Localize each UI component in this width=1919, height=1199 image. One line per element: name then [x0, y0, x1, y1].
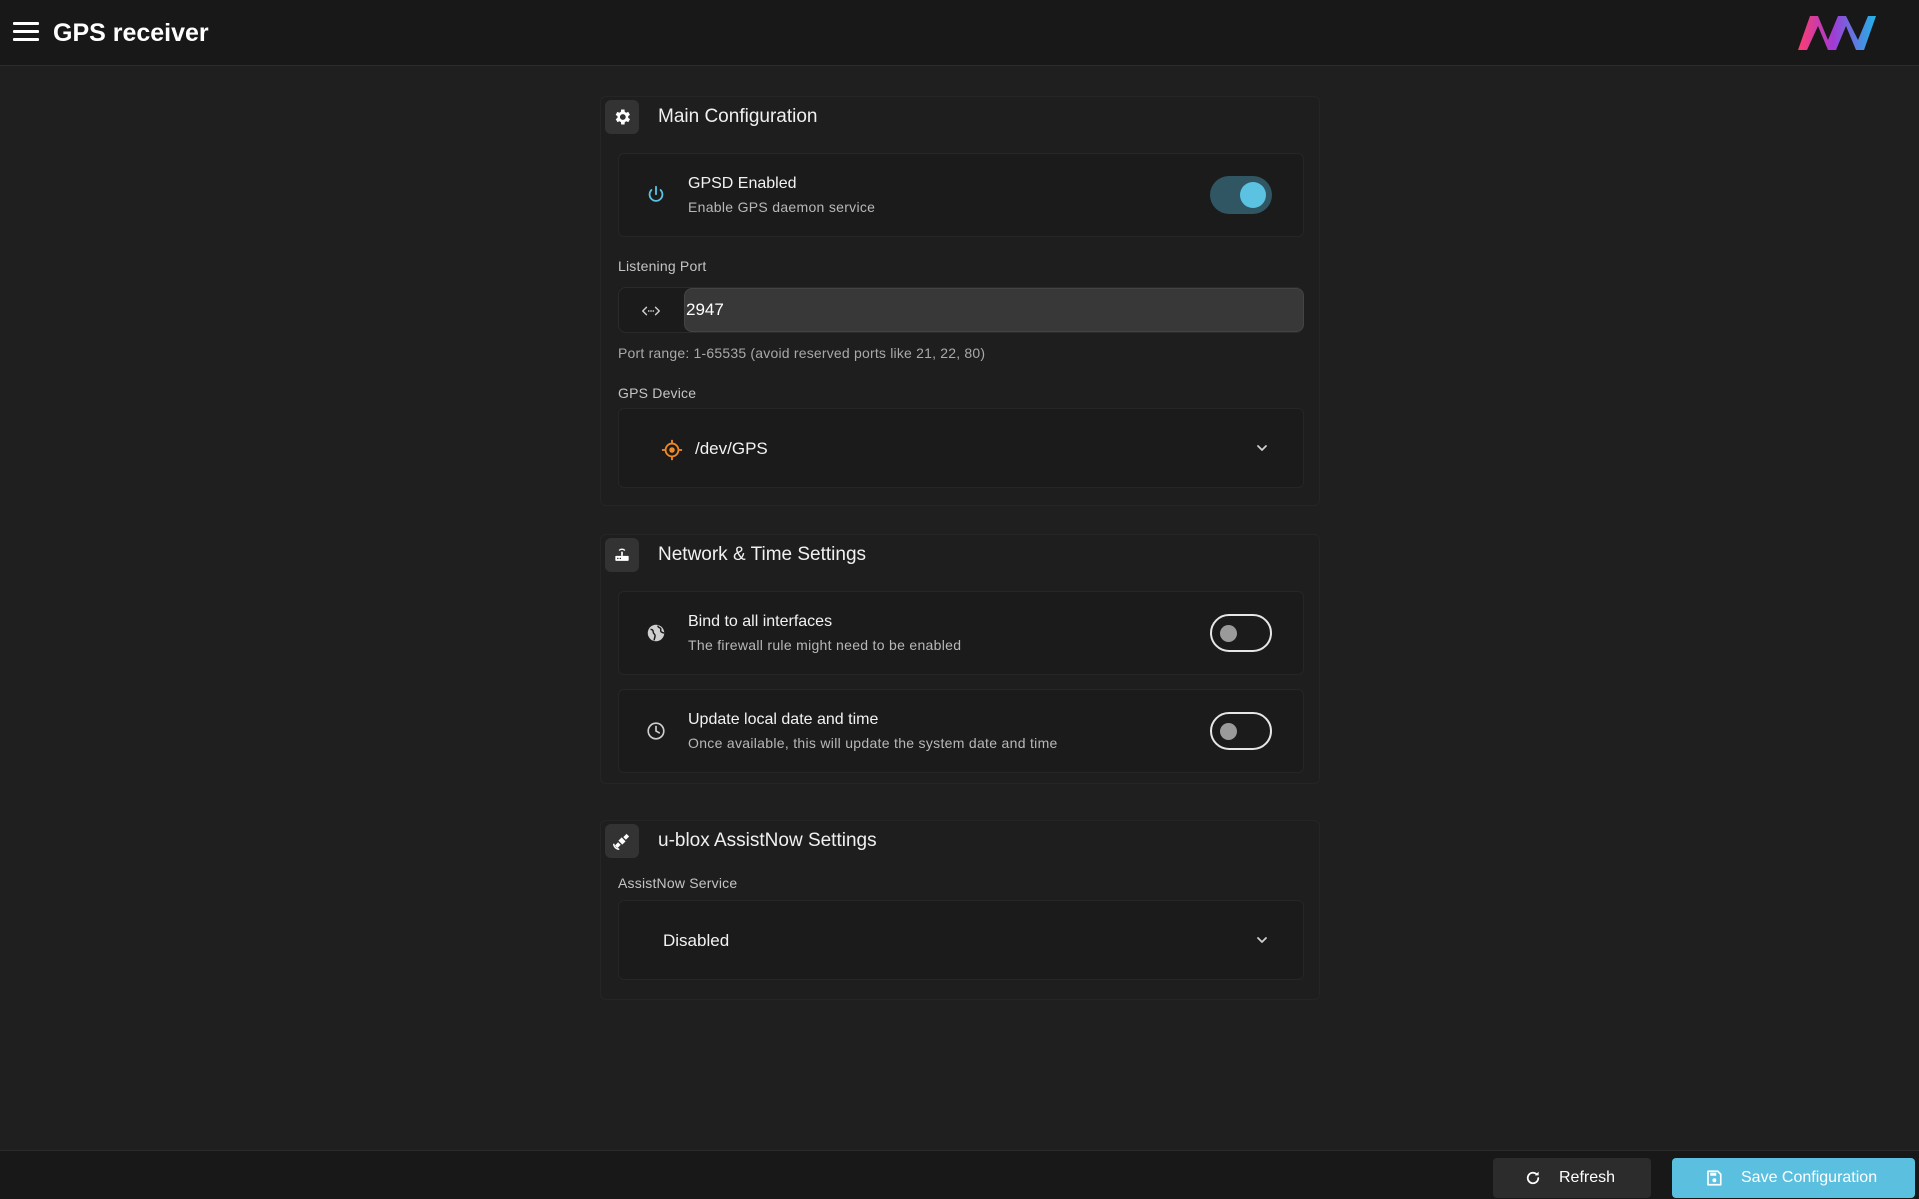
chevron-down-icon: [1257, 937, 1267, 943]
main-configuration-section: Main Configuration GPSD Enabled Enable G…: [600, 96, 1320, 506]
port-range-hint: Port range: 1-65535 (avoid reserved port…: [618, 345, 986, 361]
section-title: u-blox AssistNow Settings: [658, 830, 877, 851]
update-date-time-toggle[interactable]: [1210, 712, 1272, 750]
assistnow-section: u-blox AssistNow Settings AssistNow Serv…: [600, 820, 1320, 1000]
assistnow-service-select[interactable]: Disabled: [618, 900, 1304, 980]
toggle-knob: [1220, 723, 1237, 740]
section-header: Main Configuration: [601, 97, 817, 137]
network-time-section: Network & Time Settings Bind to all inte…: [600, 534, 1320, 784]
bind-all-interfaces-subtitle: The firewall rule might need to be enabl…: [688, 637, 962, 653]
top-bar: GPS receiver: [0, 0, 1919, 66]
section-title: Main Configuration: [658, 106, 818, 127]
update-date-time-title: Update local date and time: [688, 711, 879, 728]
assistnow-service-label: AssistNow Service: [618, 875, 738, 891]
bind-all-interfaces-title: Bind to all interfaces: [688, 613, 833, 630]
page-title: GPS receiver: [53, 19, 209, 47]
update-date-time-setting: Update local date and time Once availabl…: [618, 689, 1304, 773]
save-configuration-label: Save Configuration: [1741, 1169, 1878, 1186]
gear-icon: [605, 100, 639, 134]
section-header: Network & Time Settings: [601, 535, 866, 575]
globe-icon: [647, 624, 665, 642]
gpsd-enabled-toggle[interactable]: [1210, 176, 1272, 214]
toggle-knob: [1240, 182, 1266, 208]
menu-icon[interactable]: [13, 22, 39, 42]
chevron-down-icon: [1257, 445, 1267, 451]
gps-device-label: GPS Device: [618, 385, 697, 401]
gps-device-value: /dev/GPS: [695, 439, 768, 458]
code-arrows-icon: [642, 306, 660, 316]
gps-device-select[interactable]: /dev/GPS: [618, 408, 1304, 488]
clock-icon: [647, 722, 665, 740]
save-configuration-button[interactable]: Save Configuration: [1672, 1158, 1915, 1198]
save-icon: [1707, 1170, 1722, 1186]
toggle-knob: [1220, 625, 1237, 642]
update-date-time-subtitle: Once available, this will update the sys…: [688, 735, 1058, 751]
gps-target-icon: [661, 439, 683, 461]
brand-logo: [1798, 16, 1876, 50]
section-header: u-blox AssistNow Settings: [601, 821, 877, 861]
bind-all-interfaces-toggle[interactable]: [1210, 614, 1272, 652]
gpsd-enabled-title: GPSD Enabled: [688, 175, 797, 192]
section-title: Network & Time Settings: [658, 544, 867, 565]
power-icon: [648, 185, 664, 202]
gpsd-enabled-subtitle: Enable GPS daemon service: [688, 199, 876, 215]
refresh-label: Refresh: [1559, 1169, 1616, 1186]
refresh-icon: [1526, 1171, 1540, 1185]
refresh-button[interactable]: Refresh: [1493, 1158, 1651, 1198]
listening-port-input[interactable]: [684, 288, 1304, 332]
router-icon: [605, 538, 639, 572]
bind-all-interfaces-setting: Bind to all interfaces The firewall rule…: [618, 591, 1304, 675]
listening-port-label: Listening Port: [618, 258, 707, 274]
footer-bar: Refresh Save Configuration: [0, 1150, 1919, 1199]
satellite-icon: [605, 824, 639, 858]
gpsd-enabled-setting: GPSD Enabled Enable GPS daemon service: [618, 153, 1304, 237]
assistnow-service-value: Disabled: [663, 931, 730, 950]
listening-port-field: [618, 287, 1304, 333]
